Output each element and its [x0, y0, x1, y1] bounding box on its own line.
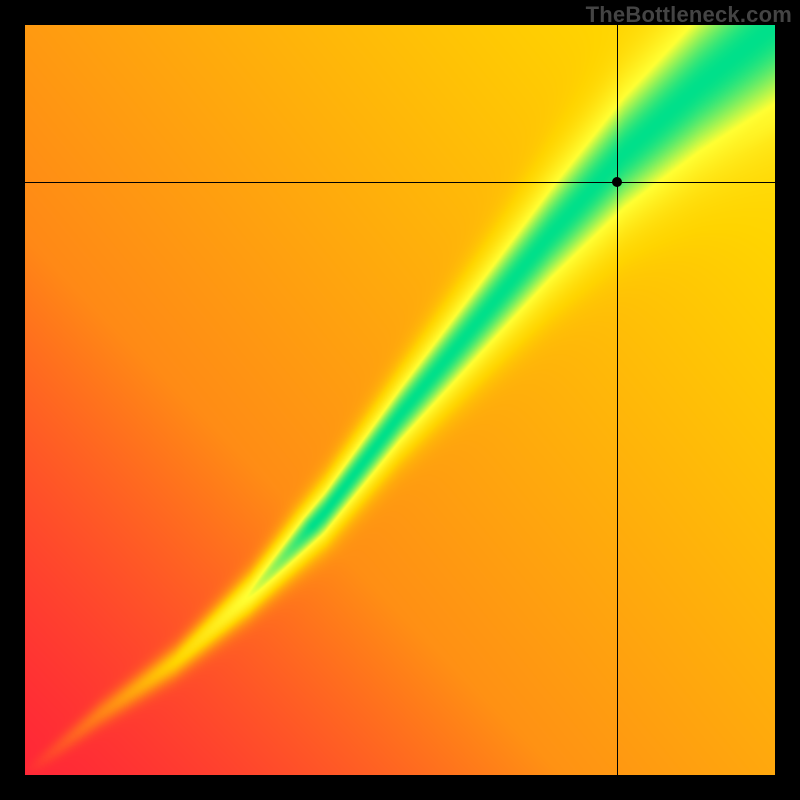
- crosshair-vertical: [617, 25, 618, 775]
- crosshair-horizontal: [25, 182, 775, 183]
- chart-stage: TheBottleneck.com: [0, 0, 800, 800]
- heatmap-canvas: [25, 25, 775, 775]
- plot-area: [25, 25, 775, 775]
- selection-marker: [612, 177, 622, 187]
